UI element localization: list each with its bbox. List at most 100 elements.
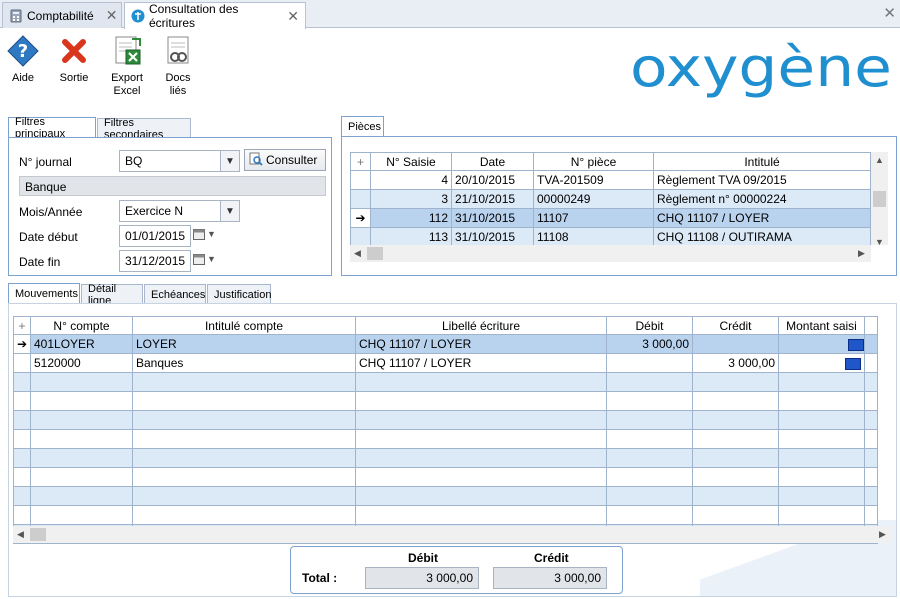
cell-libelle: CHQ 11107 / LOYER xyxy=(355,334,607,354)
empty-row xyxy=(13,448,878,468)
tab-comptabilite[interactable]: Comptabilité ✕ xyxy=(2,2,122,28)
cell-piece: 11108 xyxy=(533,227,654,247)
docs-label-2: liés xyxy=(169,85,187,97)
calendar-icon[interactable] xyxy=(193,253,205,268)
empty-row xyxy=(13,429,878,449)
table-row[interactable]: 4 20/10/2015 TVA-201509 Règlement TVA 09… xyxy=(350,170,871,190)
cell-piece: 00000249 xyxy=(533,189,654,209)
total-debit-header: Débit xyxy=(408,551,438,565)
cell-libelle: CHQ 11107 / LOYER xyxy=(355,353,607,373)
scroll-right-icon[interactable]: ▶ xyxy=(858,248,865,259)
col-header-intitule-compte[interactable]: Intitulé compte xyxy=(132,316,356,335)
cell-date: 20/10/2015 xyxy=(451,170,534,190)
tab-echeances-label: Echéances xyxy=(151,288,206,301)
calculator-icon xyxy=(9,9,23,23)
start-date-input[interactable]: 01/01/2015 xyxy=(119,225,191,247)
cell-compte: 401LOYER xyxy=(30,334,133,354)
cell-date: 31/10/2015 xyxy=(451,208,534,228)
col-header-credit[interactable]: Crédit xyxy=(692,316,779,335)
euro-flag-icon xyxy=(848,338,864,351)
scroll-right-icon[interactable]: ▶ xyxy=(879,529,886,540)
cell-credit xyxy=(692,334,779,354)
cell-saisie: 4 xyxy=(370,170,452,190)
close-icon[interactable]: ✕ xyxy=(94,7,118,24)
period-select[interactable]: Exercice N xyxy=(119,200,221,222)
search-icon xyxy=(249,152,263,169)
col-header-compte[interactable]: N° compte xyxy=(30,316,133,335)
journal-name-display: Banque xyxy=(19,176,326,196)
oxygene-app-icon xyxy=(131,9,145,23)
tab-mouvements-label: Mouvements xyxy=(15,288,78,300)
scroll-thumb[interactable] xyxy=(873,191,886,207)
tab-justification-label: Justification xyxy=(214,288,272,301)
cell-intitule: Règlement n° 00000224 xyxy=(653,189,871,209)
empty-row xyxy=(13,372,878,392)
grid-options-icon[interactable]: + xyxy=(13,316,31,335)
col-header-debit[interactable]: Débit xyxy=(606,316,693,335)
col-header-libelle[interactable]: Libellé écriture xyxy=(355,316,607,335)
col-header-montant-saisi[interactable]: Montant saisi xyxy=(778,316,865,335)
scroll-left-icon[interactable]: ◀ xyxy=(17,529,24,540)
cell-montant-saisi xyxy=(778,353,865,373)
scroll-up-icon[interactable]: ▲ xyxy=(871,155,888,165)
sortie-label: Sortie xyxy=(59,72,89,84)
help-icon: ? xyxy=(6,34,40,68)
start-date-label: Date début xyxy=(19,230,78,244)
exit-x-icon xyxy=(57,34,91,68)
calendar-icon[interactable] xyxy=(193,228,205,243)
tab-pieces-label: Pièces xyxy=(348,121,382,133)
cell-intitule: CHQ 11108 / OUTIRAMA xyxy=(653,227,871,247)
tab-filtres-secondaires[interactable]: Filtres secondaires xyxy=(97,117,191,141)
dropdown-arrow-icon[interactable]: ▼ xyxy=(207,254,216,264)
empty-row xyxy=(13,391,878,411)
pieces-horizontal-scrollbar[interactable]: ◀ ▶ xyxy=(350,245,871,262)
tab-pieces[interactable]: Pièces xyxy=(341,116,384,137)
docs-lies-button[interactable]: Docs liés xyxy=(155,34,201,98)
tab-detail-ligne[interactable]: Détail ligne xyxy=(81,283,143,307)
col-header-intitule[interactable]: Intitulé xyxy=(653,152,871,171)
row-pointer-icon: ➔ xyxy=(350,208,371,228)
journal-select[interactable]: BQ xyxy=(119,150,221,172)
mouvements-horizontal-scrollbar[interactable]: ◀ ▶ xyxy=(13,526,891,543)
tab-justification[interactable]: Justification xyxy=(207,284,271,304)
cell-montant-saisi xyxy=(778,334,865,354)
export-excel-button[interactable]: Export Excel xyxy=(104,34,150,98)
dropdown-arrow-icon[interactable]: ▼ xyxy=(207,229,216,239)
chevron-down-icon[interactable]: ▼ xyxy=(220,200,240,222)
cell-intitule-compte: Banques xyxy=(132,353,356,373)
cell-intitule-compte: LOYER xyxy=(132,334,356,354)
scroll-thumb[interactable] xyxy=(367,247,383,260)
scroll-down-icon[interactable]: ▼ xyxy=(871,237,888,247)
scroll-left-icon[interactable]: ◀ xyxy=(354,248,361,259)
table-row[interactable]: 3 21/10/2015 00000249 Règlement n° 00000… xyxy=(350,189,871,209)
col-header-saisie[interactable]: N° Saisie xyxy=(370,152,452,171)
pieces-vertical-scrollbar[interactable]: ▲ ▼ xyxy=(871,152,888,247)
tab-mouvements[interactable]: Mouvements xyxy=(8,283,80,304)
table-row[interactable]: 113 31/10/2015 11108 CHQ 11108 / OUTIRAM… xyxy=(350,227,871,247)
tab-filtres-principaux[interactable]: Filtres principaux xyxy=(8,116,96,140)
cell-date: 21/10/2015 xyxy=(451,189,534,209)
end-date-input[interactable]: 31/12/2015 xyxy=(119,250,191,272)
col-header-date[interactable]: Date xyxy=(451,152,534,171)
table-row-selected[interactable]: ➔ 401LOYER LOYER CHQ 11107 / LOYER 3 000… xyxy=(13,334,878,354)
chevron-down-icon[interactable]: ▼ xyxy=(220,150,240,172)
total-credit-value: 3 000,00 xyxy=(493,567,607,589)
grid-options-icon[interactable]: + xyxy=(350,152,371,171)
table-row[interactable]: 5120000 Banques CHQ 11107 / LOYER 3 000,… xyxy=(13,353,878,373)
tab-consultation[interactable]: Consultation des écritures ✕ xyxy=(124,2,306,30)
table-row-selected[interactable]: ➔ 112 31/10/2015 11107 CHQ 11107 / LOYER xyxy=(350,208,871,228)
sortie-button[interactable]: Sortie xyxy=(51,34,97,85)
oxygene-logo: oxygène xyxy=(630,36,896,99)
consulter-button[interactable]: Consulter xyxy=(244,149,326,171)
empty-row xyxy=(13,505,878,525)
cell-credit: 3 000,00 xyxy=(692,353,779,373)
aide-button[interactable]: ? Aide xyxy=(0,34,46,85)
window-close-icon[interactable]: ✕ xyxy=(883,4,896,22)
export-label-1: Export xyxy=(111,72,143,84)
close-icon[interactable]: ✕ xyxy=(275,8,299,25)
docs-label-1: Docs xyxy=(165,72,191,84)
scroll-thumb[interactable] xyxy=(30,528,46,541)
col-header-piece[interactable]: N° pièce xyxy=(533,152,654,171)
total-debit-value: 3 000,00 xyxy=(365,567,479,589)
tab-echeances[interactable]: Echéances xyxy=(144,284,206,304)
